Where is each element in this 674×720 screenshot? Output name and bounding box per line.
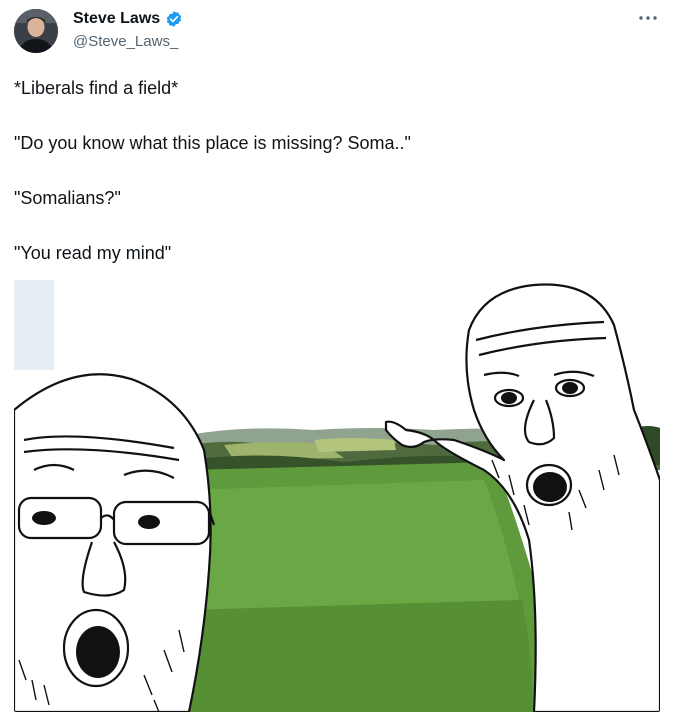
tweet-text-line: "Somalians?": [14, 188, 121, 208]
tweet-media-image[interactable]: [14, 280, 660, 712]
tweet-text-line: "You read my mind": [14, 243, 172, 263]
verified-badge-icon: [165, 10, 183, 28]
soyjak-glasses-figure: [14, 373, 216, 712]
tweet-text-line: *Liberals find a field*: [14, 78, 179, 98]
more-horizontal-icon: [639, 16, 657, 20]
green-field: [189, 462, 541, 712]
tweet-card: Steve Laws @Steve_Laws_ *Liberals find a…: [0, 0, 674, 720]
author-name-row: Steve Laws: [73, 10, 183, 28]
tweet-text-line: "Do you know what this place is missing?…: [14, 133, 411, 153]
avatar[interactable]: [14, 9, 58, 53]
author-display-name[interactable]: Steve Laws: [73, 10, 160, 28]
author-handle[interactable]: @Steve_Laws_: [73, 33, 178, 50]
more-options-button[interactable]: [636, 8, 660, 28]
